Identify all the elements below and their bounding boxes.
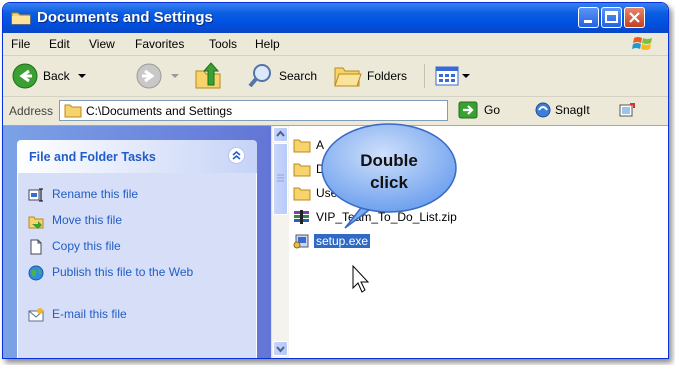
menu-tools[interactable]: Tools [209, 37, 237, 51]
toolbar-separator [424, 64, 425, 88]
back-label: Back [43, 69, 70, 83]
scroll-down-icon [276, 346, 285, 353]
file-folder-tasks-panel: File and Folder Tasks Rename this file M… [17, 140, 257, 358]
forward-button[interactable] [135, 56, 181, 96]
folder-icon [11, 12, 31, 25]
file-name: VIP_Team_To_Do_List.zip [316, 210, 457, 224]
minimize-icon [584, 20, 592, 23]
address-bar: Address C:\Documents and Settings Go Sna… [3, 97, 668, 126]
task-rename[interactable]: Rename this file [28, 187, 227, 203]
scroll-up-icon [276, 130, 285, 137]
snagit-capture-icon[interactable] [618, 102, 636, 118]
scroll-thumb[interactable] [273, 143, 288, 215]
task-move[interactable]: Move this file [28, 213, 227, 229]
task-publish[interactable]: Publish this file to the Web [28, 265, 227, 281]
address-field[interactable]: C:\Documents and Settings [59, 100, 448, 121]
back-dropdown-icon[interactable] [76, 70, 88, 82]
window-title: Documents and Settings [37, 9, 213, 26]
task-pane: File and Folder Tasks Rename this file M… [3, 126, 271, 358]
go-button[interactable]: Go [458, 101, 500, 119]
menu-file[interactable]: File [11, 37, 30, 51]
search-button[interactable]: Search [247, 56, 317, 96]
folder-icon [64, 104, 82, 118]
search-label: Search [279, 69, 318, 83]
menu-help[interactable]: Help [255, 37, 280, 51]
snagit-button[interactable]: SnagIt [535, 102, 590, 118]
list-item-selected[interactable]: setup.exe [293, 232, 371, 250]
up-folder-button[interactable] [193, 56, 223, 96]
zip-archive-icon [294, 210, 309, 224]
back-button[interactable]: Back [11, 56, 88, 96]
task-label: Rename this file [52, 187, 139, 201]
task-panel-body: Rename this file Move this file Copy thi… [17, 173, 257, 358]
folder-icon [293, 163, 311, 177]
task-panel-title: File and Folder Tasks [29, 150, 156, 164]
file-name: User2 [316, 186, 349, 200]
list-item[interactable]: D [293, 160, 327, 178]
collapse-button[interactable] [228, 147, 245, 164]
file-list: A D User2 VIP_Team_To_Do_List.zip setup.… [289, 126, 668, 358]
move-icon [28, 216, 44, 229]
forward-arrow-icon [136, 63, 162, 89]
file-name: A [316, 138, 325, 152]
task-panel-header[interactable]: File and Folder Tasks [17, 140, 257, 173]
vertical-scrollbar[interactable] [271, 126, 289, 358]
list-item[interactable]: User2 [293, 184, 350, 202]
copy-icon [30, 239, 42, 255]
globe-icon [28, 265, 44, 281]
task-label: Copy this file [52, 239, 121, 253]
menu-view[interactable]: View [89, 37, 115, 51]
explorer-window: Documents and Settings File Edit View Fa… [2, 2, 669, 359]
views-icon [435, 66, 459, 86]
snagit-icon [535, 102, 551, 118]
address-path[interactable]: C:\Documents and Settings [86, 104, 232, 118]
windows-logo-icon [632, 37, 652, 50]
menu-favorites[interactable]: Favorites [135, 37, 184, 51]
title-bar[interactable]: Documents and Settings [3, 3, 668, 33]
up-folder-icon [195, 62, 221, 89]
folders-label: Folders [367, 69, 408, 83]
task-copy[interactable]: Copy this file [28, 239, 227, 255]
rename-icon [28, 188, 43, 202]
address-label: Address [9, 104, 54, 118]
scroll-down-button[interactable] [273, 341, 288, 356]
file-name: setup.exe [314, 234, 371, 248]
chevron-up-icon [232, 150, 241, 160]
close-button[interactable] [624, 7, 645, 28]
task-label: E-mail this file [52, 307, 127, 321]
standard-toolbar: Back Search Folders [3, 56, 668, 97]
go-label: Go [484, 103, 501, 117]
folders-icon [334, 67, 362, 87]
views-button[interactable] [435, 56, 471, 96]
menu-edit[interactable]: Edit [49, 37, 70, 51]
scroll-up-button[interactable] [273, 127, 288, 142]
close-icon [629, 12, 640, 23]
file-name: D [316, 162, 325, 176]
folder-icon [293, 139, 311, 153]
folder-icon [293, 187, 311, 201]
search-icon [248, 64, 271, 88]
views-dropdown-icon[interactable] [461, 70, 471, 82]
email-icon [28, 308, 44, 322]
content-area: File and Folder Tasks Rename this file M… [3, 126, 668, 358]
forward-dropdown-icon[interactable] [169, 70, 181, 82]
minimize-button[interactable] [578, 7, 599, 28]
task-email[interactable]: E-mail this file [28, 307, 227, 323]
maximize-icon [605, 11, 618, 23]
grip-icon [277, 174, 284, 182]
list-item[interactable]: VIP_Team_To_Do_List.zip [293, 208, 459, 226]
back-arrow-icon [12, 63, 38, 89]
task-label: Publish this file to the Web [52, 265, 194, 279]
go-arrow-icon [458, 101, 478, 119]
maximize-button[interactable] [601, 7, 622, 28]
task-label: Move this file [52, 213, 123, 227]
list-item[interactable]: A [293, 136, 326, 154]
folders-button[interactable]: Folders [333, 56, 407, 96]
installer-icon [293, 234, 309, 249]
menu-bar: File Edit View Favorites Tools Help [3, 33, 668, 56]
snagit-label: SnagIt [555, 103, 590, 117]
